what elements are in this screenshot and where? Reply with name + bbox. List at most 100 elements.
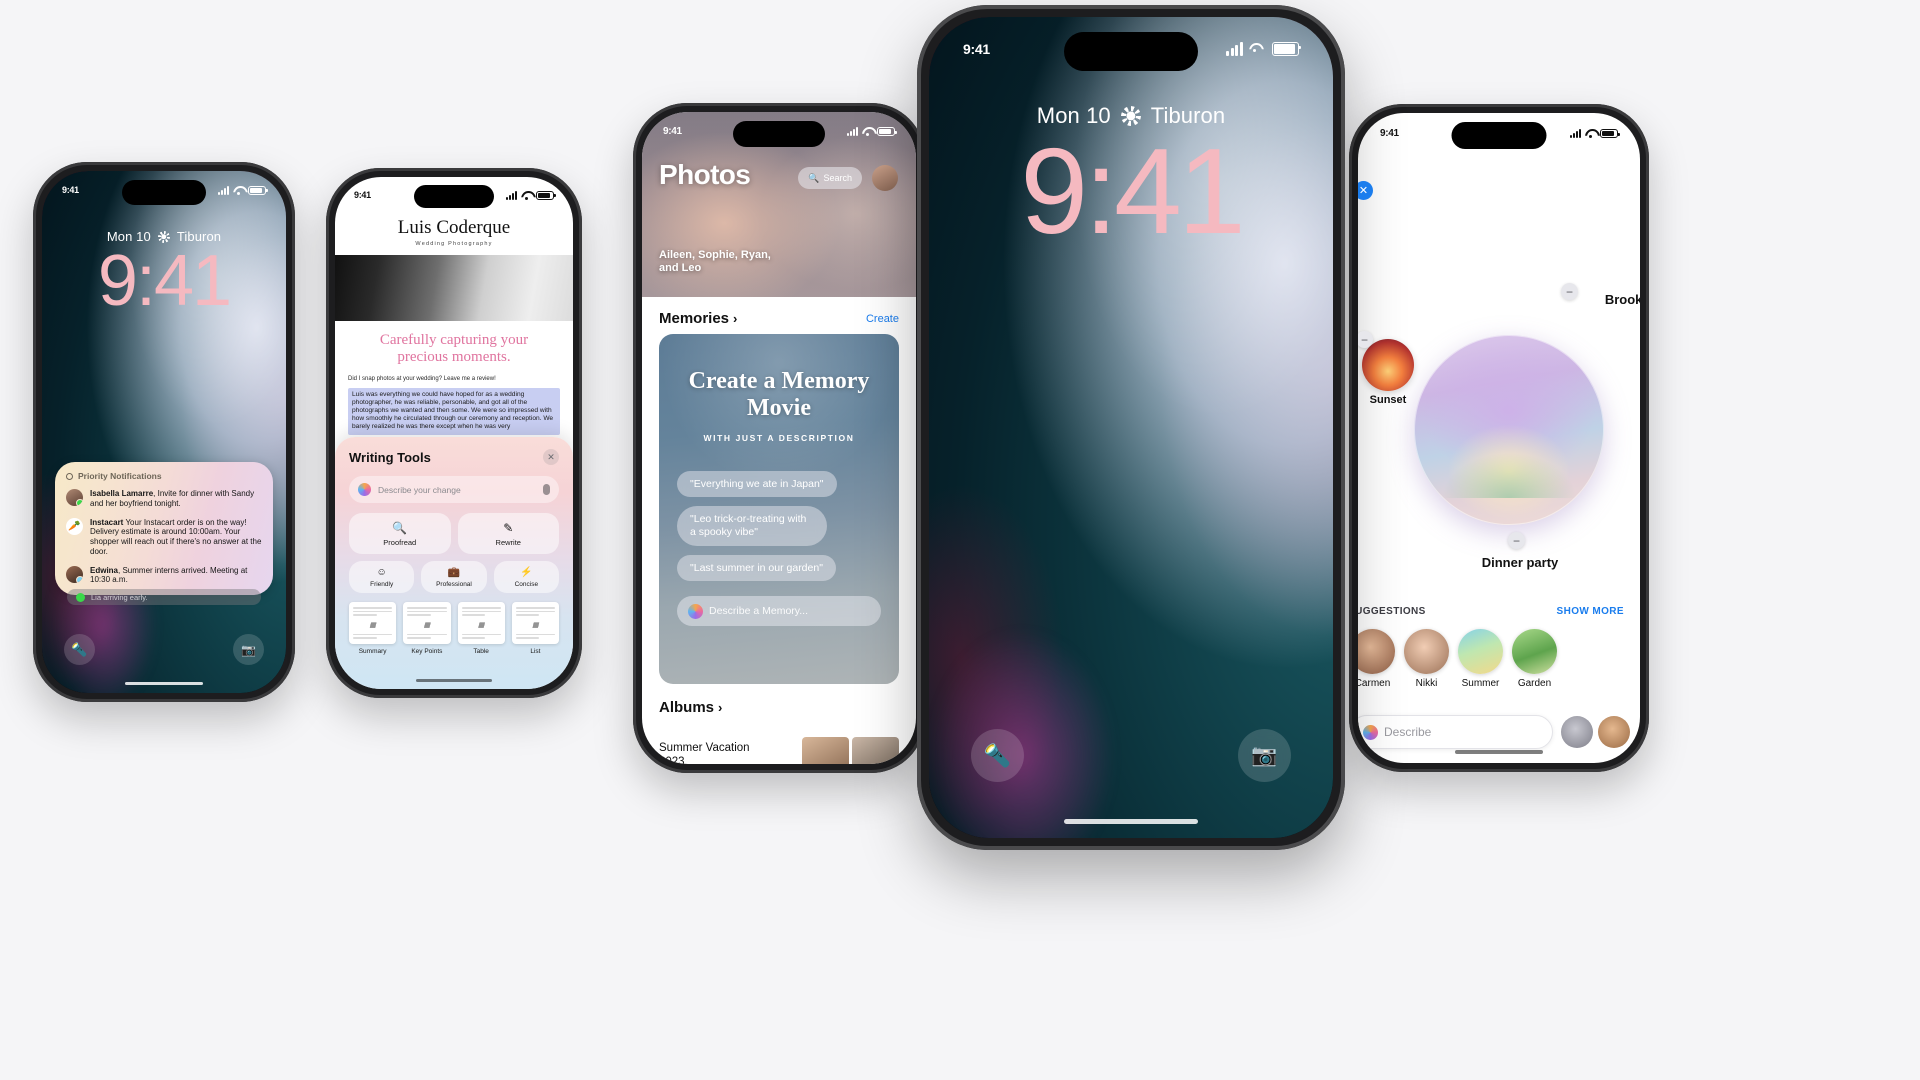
suggestion-label: Garden [1517,678,1552,689]
notification-row[interactable]: Isabella Lamarre, Invite for dinner with… [66,489,262,509]
home-indicator[interactable] [416,679,492,682]
concept-dinner-party[interactable]: Dinner party [1470,555,1570,571]
suggestion-carmen[interactable]: Carmen [1358,629,1395,689]
smiley-icon: ☺ [376,566,387,578]
memory-card-title: Create a Memory Movie [688,368,870,421]
featured-photo-caption: Aileen, Sophie, Ryan, and Leo [659,249,771,275]
suggestion-garden[interactable]: Garden [1512,629,1557,689]
memories-heading: Memories › [659,310,738,327]
phone-image-playground: 9:41 ✕ Sunset − Brook − Dinner party − U… [1349,104,1649,772]
status-time: 9:41 [963,41,990,57]
page-title: Photos [659,159,751,190]
search-label: Search [823,173,852,183]
chevron-right-icon[interactable]: › [733,311,737,326]
home-indicator[interactable] [1455,750,1543,754]
concept-sunset[interactable]: Sunset [1358,339,1424,407]
phone-lock-small: 9:41 Mon 10 Tiburon 9:41 Priority Notifi… [33,162,295,702]
lock-screen-large: 9:41 Mon 10 Tiburon 9:41 🔦 📷 [929,17,1333,838]
key-points-button[interactable]: ▦ Key Points [403,602,451,655]
dynamic-island [122,180,206,205]
notification-sender: Instacart [90,517,124,527]
status-time: 9:41 [1380,128,1399,139]
briefcase-icon: 💼 [447,566,461,578]
describe-memory-input[interactable]: Describe a Memory... [677,596,881,626]
concise-bolt-icon: ⚡ [520,566,533,578]
writing-tools-screen: 9:41 Luis Coderque Wedding Photography C… [335,177,573,689]
memories-create-button[interactable]: Create [866,313,899,325]
memory-movie-card[interactable]: Create a Memory Movie WITH JUST A DESCRI… [659,334,899,684]
close-icon[interactable]: ✕ [543,449,559,465]
camera-button[interactable]: 📷 [1238,729,1291,782]
describe-change-placeholder: Describe your change [378,484,461,495]
battery-icon [877,127,897,136]
album-thumbnail [852,737,899,764]
compose-actions [1561,716,1630,748]
avatar[interactable] [872,165,898,191]
wifi-icon [1249,43,1266,56]
photo-picker-icon[interactable] [1598,716,1630,748]
home-indicator[interactable] [1064,819,1198,824]
album-row[interactable]: Summer Vacation 2023 [659,737,899,764]
suggestion-nikki[interactable]: Nikki [1404,629,1449,689]
site-brand-sub: Wedding Photography [415,241,493,247]
memory-prompt-chip[interactable]: "Leo trick-or-treating with a spooky vib… [677,505,827,546]
concise-label: Concise [514,580,539,588]
proofread-button[interactable]: 🔍 Proofread [349,513,451,554]
camera-button[interactable]: 📷 [233,634,264,665]
hero-image [335,255,573,321]
friendly-button[interactable]: ☺ Friendly [349,561,415,593]
describe-input[interactable]: Describe [1358,715,1553,749]
notification-row[interactable]: 🥕 Instacart Your Instacart order is on t… [66,517,262,557]
suggestions-list: Carmen Nikki Summer Garden [1358,629,1557,689]
minus-icon[interactable]: − [1561,283,1578,300]
apple-intelligence-icon [688,603,703,619]
key-points-doc-icon: ▦ [403,602,451,644]
suggestion-label: Carmen [1358,678,1391,689]
priority-notifications-card[interactable]: Priority Notifications Isabella Lamarre,… [55,462,273,595]
search-button[interactable]: 🔍 Search [798,167,862,189]
describe-change-input[interactable]: Describe your change [349,476,559,503]
home-indicator[interactable] [125,682,203,685]
wallpaper-glow [929,575,1156,838]
wifi-icon [1585,129,1596,138]
concept-label: Dinner party [1481,555,1559,570]
list-doc-icon: ▦ [511,602,559,644]
generated-image-orb[interactable] [1414,335,1604,525]
memory-prompt-chip[interactable]: "Everything we ate in Japan" [677,470,837,497]
flashlight-button[interactable]: 🔦 [971,729,1024,782]
site-prompt: Did I snap photos at your wedding? Leave… [348,375,496,382]
avatar [1404,629,1449,674]
chevron-right-icon[interactable]: › [718,700,722,715]
concise-button[interactable]: ⚡ Concise [493,561,559,593]
panel-title: Writing Tools [349,449,431,465]
apple-intelligence-icon [358,483,371,496]
wifi-icon [233,186,244,195]
memory-prompt-chip[interactable]: "Last summer in our garden" [677,555,836,581]
notification-text: Isabella Lamarre, Invite for dinner with… [90,489,262,509]
professional-button[interactable]: 💼 Professional [421,561,487,593]
table-button[interactable]: ▦ Table [457,602,505,655]
notification-row[interactable]: Edwina, Summer interns arrived. Meeting … [66,565,262,586]
battery-icon [248,185,268,195]
people-picker-icon[interactable] [1561,716,1593,748]
close-icon[interactable]: ✕ [1358,181,1373,200]
priority-ring-icon [66,472,73,480]
albums-heading: Albums › [659,699,723,716]
summary-button[interactable]: ▦ Summary [349,602,397,655]
minus-icon[interactable]: − [1508,532,1525,549]
concept-thumbnail [1512,629,1557,674]
show-more-button[interactable]: SHOW MORE [1557,606,1625,617]
flashlight-button[interactable]: 🔦 [64,634,95,665]
rewrite-button[interactable]: ✎ Rewrite [457,513,559,554]
microphone-icon[interactable] [543,484,550,495]
concept-brooklyn[interactable]: Brooklyn [1578,292,1640,308]
messages-icon [76,592,85,602]
suggestion-summer[interactable]: Summer [1458,629,1503,689]
notification-peek[interactable]: Lia arriving early. [67,589,261,605]
selected-review-text[interactable]: Luis was everything we could have hoped … [348,387,560,435]
priority-notifications-header: Priority Notifications [66,471,262,481]
mail-icon [76,575,83,583]
list-button[interactable]: ▦ List [511,602,559,655]
compose-bar: Describe [1358,715,1630,749]
table-label: Table [473,648,489,655]
